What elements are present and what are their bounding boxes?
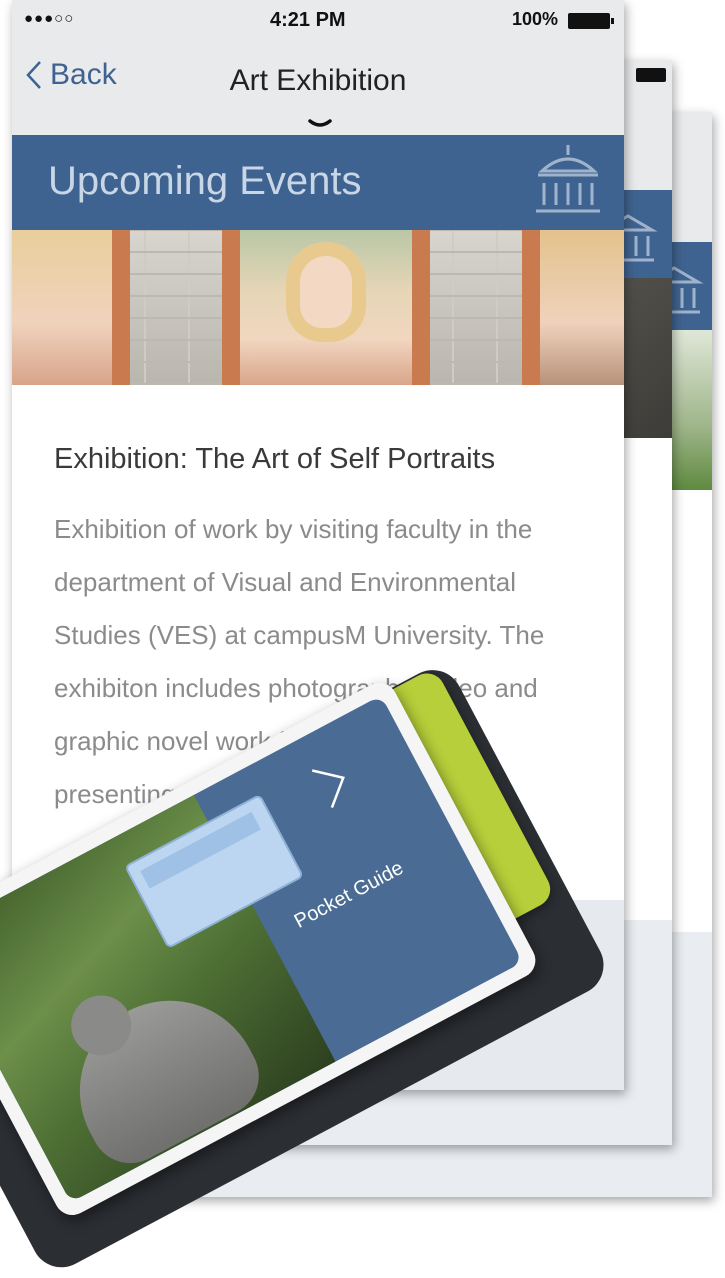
portrait-face — [286, 242, 366, 342]
battery-icon — [636, 68, 666, 82]
status-bar: ●●●○○ 4:21 PM 100% — [12, 0, 624, 42]
page-title: Art Exhibition — [229, 64, 407, 97]
navigation-bar: Back Art Exhibition — [12, 42, 624, 135]
event-details: Exhibition: The Art of Self Portraits Ex… — [12, 385, 624, 900]
battery-icon — [568, 13, 610, 29]
frame-bar — [522, 230, 540, 385]
battery-percent: 100% — [512, 9, 559, 29]
signal-indicator: ●●●○○ — [24, 10, 75, 27]
lower-panel — [12, 900, 624, 1090]
frame-bar — [222, 230, 240, 385]
portrait-photo — [540, 230, 624, 385]
pull-down-handle-icon[interactable] — [308, 118, 332, 130]
upcoming-events-banner: Upcoming Events — [12, 135, 624, 230]
portrait-photo — [12, 230, 112, 385]
phone-screen: ●●●○○ 4:21 PM 100% Back Art Exhibition U… — [12, 0, 624, 1090]
status-time: 4:21 PM — [270, 9, 346, 31]
banner-title: Upcoming Events — [48, 159, 362, 203]
event-description: Exhibition of work by visiting faculty i… — [54, 514, 545, 809]
event-title: Exhibition: The Art of Self Portraits — [54, 443, 496, 475]
event-hero-image — [12, 230, 624, 385]
portrait-photo — [240, 230, 412, 385]
frame-bar — [112, 230, 130, 385]
battery-tip — [611, 18, 614, 24]
museum-icon — [536, 145, 600, 213]
frame-bar — [412, 230, 430, 385]
